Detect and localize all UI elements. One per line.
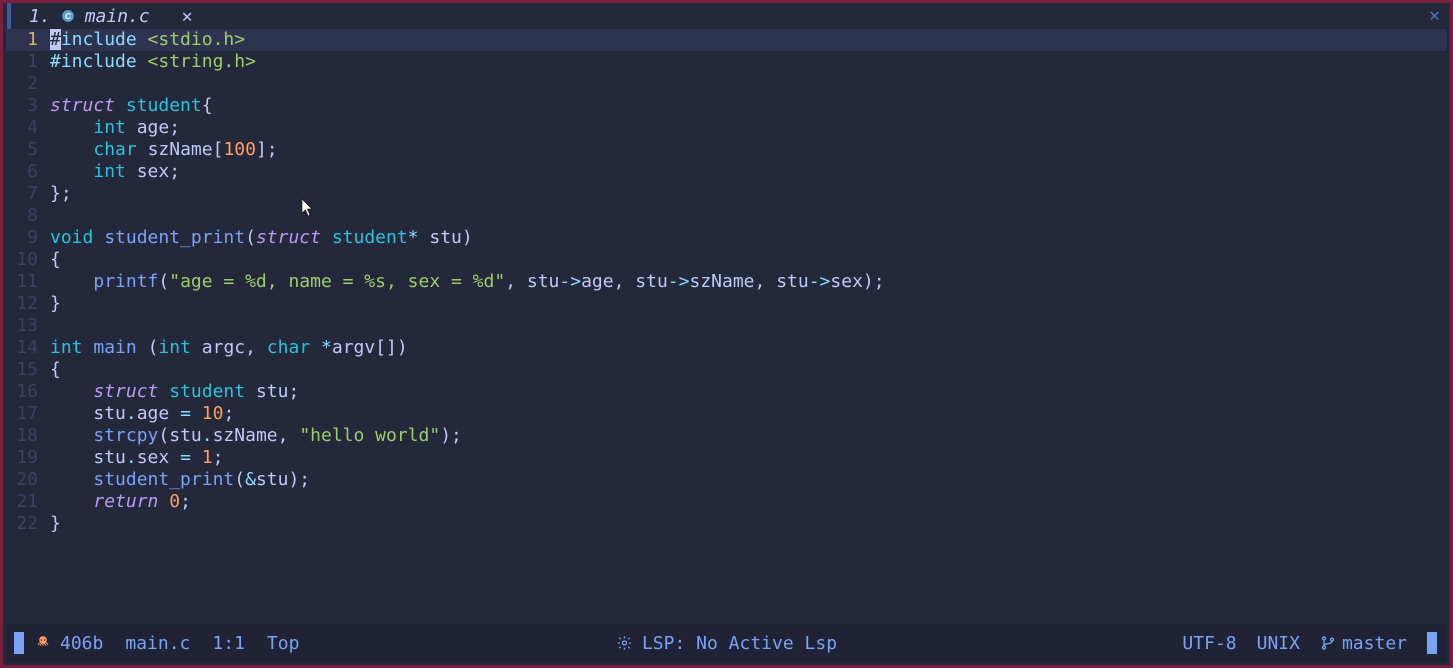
code-line: 18 strcpy(stu.szName, "hello world"); [6,425,1447,447]
code-line: 7}; [6,183,1447,205]
code-line: 11 printf("age = %d, name = %s, sex = %d… [6,271,1447,293]
code-line: 14int main (int argc, char *argv[]) [6,337,1447,359]
code-line: 3struct student{ [6,95,1447,117]
octopus-icon [34,634,52,652]
file-format: UNIX [1257,633,1300,654]
code-line: 22} [6,513,1447,535]
tab-bar: 1. C main.c ✕ ✕ [3,3,1450,29]
cursor-position: 1:1 [212,633,245,654]
code-line: 15{ [6,359,1447,381]
file-size: 406b [60,633,103,654]
status-filename: main.c [125,633,190,654]
code-line: 1 #include <stdio.h> [6,29,1447,51]
git-branch-icon [1320,635,1336,651]
code-line: 2 [6,73,1447,95]
cursor: # [50,29,61,50]
lsp-status: LSP: No Active Lsp [616,633,837,654]
mode-indicator-right [1427,632,1437,654]
lsp-text: LSP: No Active Lsp [642,633,837,654]
code-line: 1#include <string.h> [6,51,1447,73]
tab-filename: main.c [85,6,150,27]
code-line: 10{ [6,249,1447,271]
tab-close-icon[interactable]: ✕ [182,6,193,27]
code-line: 21 return 0; [6,491,1447,513]
close-all-icon[interactable]: ✕ [1429,5,1440,26]
code-content: #include <stdio.h> [46,29,245,51]
code-line: 8 [6,205,1447,227]
mouse-cursor-icon [302,199,314,217]
code-line: 19 stu.sex = 1; [6,447,1447,469]
scroll-position: Top [267,633,300,654]
code-line: 6 int sex; [6,161,1447,183]
cog-icon [616,635,632,651]
code-line: 12} [6,293,1447,315]
tab-main-c[interactable]: 1. C main.c ✕ [19,3,203,29]
mode-indicator [14,632,24,654]
code-line: 4 int age; [6,117,1447,139]
code-editor[interactable]: 1 #include <stdio.h> 1#include <string.h… [6,29,1447,619]
code-line: 20 student_print(&stu); [6,469,1447,491]
svg-text:C: C [65,12,71,21]
code-line: 13 [6,315,1447,337]
tab-indicator [7,3,11,29]
c-file-icon: C [61,9,75,23]
code-line: 17 stu.age = 10; [6,403,1447,425]
line-number: 1 [6,29,46,51]
encoding: UTF-8 [1182,633,1236,654]
code-line: 9void student_print(struct student* stu) [6,227,1447,249]
code-line: 5 char szName[100]; [6,139,1447,161]
status-bar: 406b main.c 1:1 Top LSP: No Active Lsp U… [6,624,1447,662]
git-branch: master [1320,633,1407,654]
tab-index: 1. [29,6,51,27]
code-line: 16 struct student stu; [6,381,1447,403]
